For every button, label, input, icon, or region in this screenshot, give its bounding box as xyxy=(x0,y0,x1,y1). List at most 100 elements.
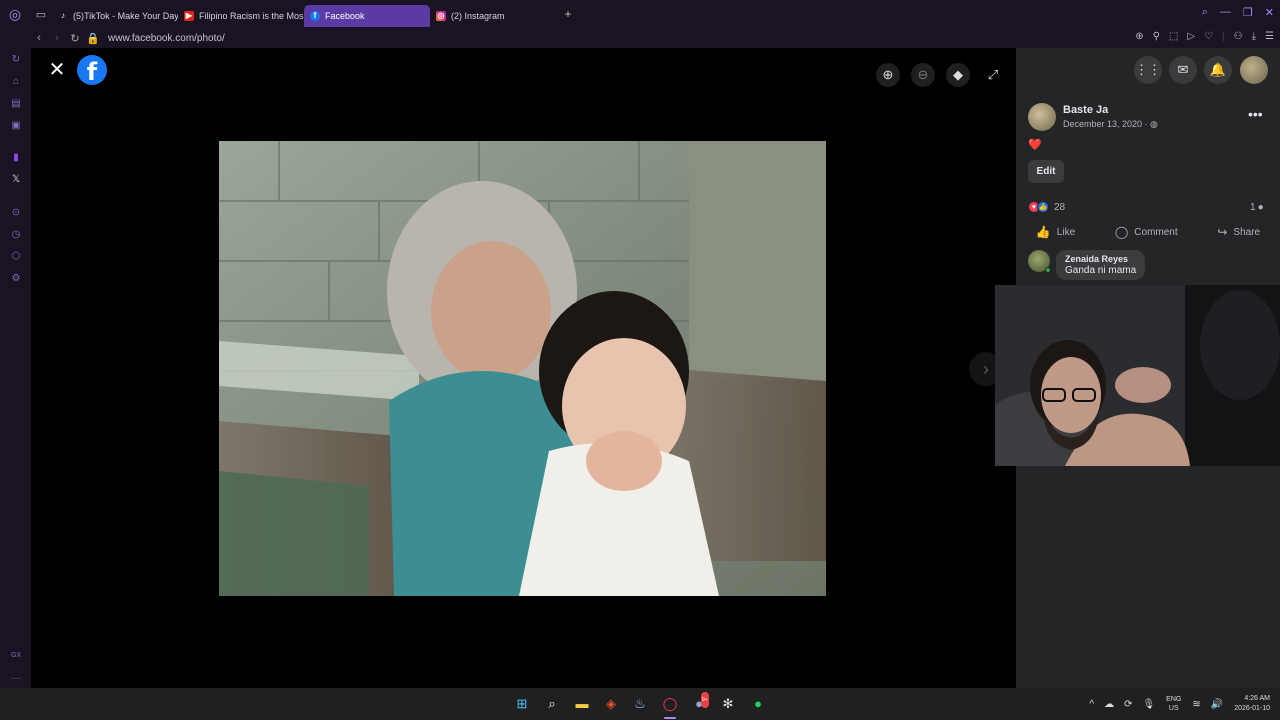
snapshot-icon[interactable]: ⬚ xyxy=(1169,31,1178,42)
tag-icon[interactable]: ◆ xyxy=(946,63,970,87)
chatgpt-icon[interactable]: ✻ xyxy=(720,696,736,712)
opera-gx-logo-icon[interactable]: ◎ xyxy=(0,0,30,28)
tab-label: (5)TikTok - Make Your Day xyxy=(73,10,178,21)
twitch-icon[interactable]: ▮ xyxy=(10,152,22,164)
sidebar-player-icon[interactable]: ⊙ xyxy=(10,207,22,219)
post-options-icon[interactable]: ••• xyxy=(1248,106,1263,122)
profile-icon[interactable]: ⚇ xyxy=(1234,31,1243,42)
like-button[interactable]: 👍 Like xyxy=(1036,225,1075,239)
menu-grid-icon[interactable]: ⋮⋮ xyxy=(1134,56,1162,84)
browser-sidebar: ↻ ⌂ ▤ ▣ ▮ 𝕏 ⊙ ◷ ⬡ ⚙ GX … xyxy=(0,48,31,688)
search-tabs-icon[interactable]: ⌕ xyxy=(1202,6,1208,19)
history-icon[interactable]: ◷ xyxy=(10,229,22,241)
instagram-icon: ◎ xyxy=(436,10,446,21)
steam-icon[interactable]: ♨ xyxy=(632,696,648,712)
comment-count-value: 1 xyxy=(1250,202,1256,213)
zoom-out-icon[interactable]: ⊖ xyxy=(911,63,935,87)
spotify-icon[interactable]: ● xyxy=(750,696,766,712)
comment-button[interactable]: ◯ Comment xyxy=(1115,225,1178,239)
tab-instagram[interactable]: ◎ (2) Instagram xyxy=(430,5,556,27)
reaction-count: 28 xyxy=(1054,201,1066,213)
messenger-icon[interactable]: ✉ xyxy=(1169,56,1197,84)
like-reaction-icon: 👍 xyxy=(1037,201,1049,213)
post-date-text: December 13, 2020 · xyxy=(1063,119,1151,129)
language-indicator[interactable]: ENG US xyxy=(1166,695,1181,713)
restore-icon[interactable]: ❐ xyxy=(1243,6,1253,19)
file-explorer-icon[interactable]: ▬ xyxy=(574,696,590,712)
sidebar-more-icon[interactable]: … xyxy=(10,671,22,683)
reactions-summary[interactable]: ♥ 👍 28 xyxy=(1028,201,1065,213)
menu-icon[interactable]: ☰ xyxy=(1265,31,1274,42)
volume-icon[interactable]: 🔊 xyxy=(1211,699,1223,710)
system-tray: ^ ☁ ⟳ 🎙 ENG US ≋ 🔊 4:26 AM 2026-01-10 xyxy=(1084,688,1280,720)
close-viewer-icon[interactable]: ✕ xyxy=(47,60,67,80)
window-controls: ⌕ — ❐ ✕ xyxy=(1202,6,1274,19)
commenter-avatar[interactable] xyxy=(1028,250,1051,273)
bookmark-heart-icon[interactable]: ♡ xyxy=(1204,31,1213,42)
windows-start-icon[interactable]: ⊞ xyxy=(514,696,530,712)
poster-avatar[interactable] xyxy=(1028,103,1056,131)
share-icon: ↪ xyxy=(1217,225,1228,239)
address-tools: ⊕ ⚲ ⬚ ▷ ♡ | ⚇ ⤓ ☰ xyxy=(1135,31,1274,42)
post-date[interactable]: December 13, 2020 · ◍ xyxy=(1063,119,1158,130)
address-bar: ‹ › ↻ 🔒 www.facebook.com/photo/ ⊕ ⚲ ⬚ ▷ … xyxy=(0,28,1280,48)
reload-icon[interactable]: ↻ xyxy=(66,32,84,45)
facebook-logo[interactable]: f xyxy=(77,55,107,86)
search-icon[interactable]: ⌕ xyxy=(544,696,560,712)
commenter-name[interactable]: Zenaida Reyes xyxy=(1065,254,1136,264)
download-icon[interactable]: ⤓ xyxy=(1252,31,1256,42)
gx-label[interactable]: GX xyxy=(10,650,22,662)
globe-icon: ◍ xyxy=(1150,119,1158,129)
tiktok-icon: ♪ xyxy=(61,11,65,20)
brave-icon[interactable]: ◈ xyxy=(603,696,619,712)
sidebar-store-icon[interactable]: ⌂ xyxy=(10,76,22,88)
photo-viewer: ✕ f ⊕ ⊖ ◆ ⤢ › xyxy=(31,48,1016,688)
notifications-bell-icon[interactable]: 🔔 xyxy=(1204,56,1232,84)
minimize-icon[interactable]: — xyxy=(1220,6,1231,19)
tab-facebook[interactable]: f Facebook xyxy=(304,4,430,27)
comment-text: Ganda ni mama xyxy=(1065,265,1137,276)
clock-date: 2026-01-10 xyxy=(1234,705,1270,712)
tab-youtube[interactable]: ▶ Filipino Racism is the Mos xyxy=(178,5,304,27)
play-icon[interactable]: ▷ xyxy=(1187,31,1195,42)
divider: | xyxy=(1222,31,1225,42)
zoom-icon[interactable]: ⊕ xyxy=(1135,31,1143,42)
share-button[interactable]: ↪ Share xyxy=(1217,225,1260,239)
clock[interactable]: 4:26 AM 2026-01-10 xyxy=(1234,694,1270,714)
url-field[interactable]: www.facebook.com/photo/ xyxy=(108,33,225,44)
active-app-indicator xyxy=(664,717,676,719)
sync-icon[interactable]: ⟳ xyxy=(1124,699,1132,710)
back-icon[interactable]: ‹ xyxy=(30,32,48,44)
opera-gx-icon[interactable]: ◯ xyxy=(662,696,678,712)
new-tab-button[interactable]: + xyxy=(558,7,578,21)
onedrive-icon[interactable]: ☁ xyxy=(1104,699,1114,710)
extensions-icon[interactable]: ⬡ xyxy=(10,251,22,263)
poster-name[interactable]: Baste Ja xyxy=(1063,104,1108,116)
forward-icon[interactable]: › xyxy=(48,32,66,44)
edit-button[interactable]: Edit xyxy=(1028,160,1064,183)
post-actions: 👍 Like ◯ Comment ↪ Share xyxy=(1016,220,1280,244)
account-avatar[interactable] xyxy=(1240,56,1268,84)
sidebar-news-icon[interactable]: ▣ xyxy=(10,120,22,132)
tab-menu-icon[interactable]: ▭ xyxy=(30,8,52,21)
close-window-icon[interactable]: ✕ xyxy=(1265,6,1274,19)
tray-overflow-icon[interactable]: ^ xyxy=(1089,699,1094,710)
sidebar-refresh-icon[interactable]: ↻ xyxy=(10,54,22,66)
wifi-icon[interactable]: ≋ xyxy=(1192,699,1200,710)
microphone-icon[interactable]: 🎙 xyxy=(1142,699,1155,710)
comment-item: Zenaida Reyes Ganda ni mama xyxy=(1028,250,1146,280)
fullscreen-icon[interactable]: ⤢ xyxy=(981,63,1005,87)
pin-icon[interactable]: ⚲ xyxy=(1153,31,1160,42)
sidebar-chat-icon[interactable]: ▤ xyxy=(10,98,22,110)
post-photo xyxy=(219,141,826,596)
tab-tiktok[interactable]: ♪ (5)TikTok - Make Your Day xyxy=(52,5,178,27)
comment-bubble: Zenaida Reyes Ganda ni mama xyxy=(1056,250,1146,280)
x-twitter-icon[interactable]: 𝕏 xyxy=(10,174,22,186)
comment-count[interactable]: 1 ● xyxy=(1250,202,1264,213)
zoom-in-icon[interactable]: ⊕ xyxy=(876,63,900,87)
browser-tab-bar: ◎ ▭ ♪ (5)TikTok - Make Your Day ▶ Filipi… xyxy=(0,0,1280,28)
lang-primary: ENG xyxy=(1166,696,1182,703)
tab-label: Filipino Racism is the Mos xyxy=(199,10,304,21)
settings-icon[interactable]: ⚙ xyxy=(10,273,22,285)
youtube-icon: ▶ xyxy=(184,10,194,21)
